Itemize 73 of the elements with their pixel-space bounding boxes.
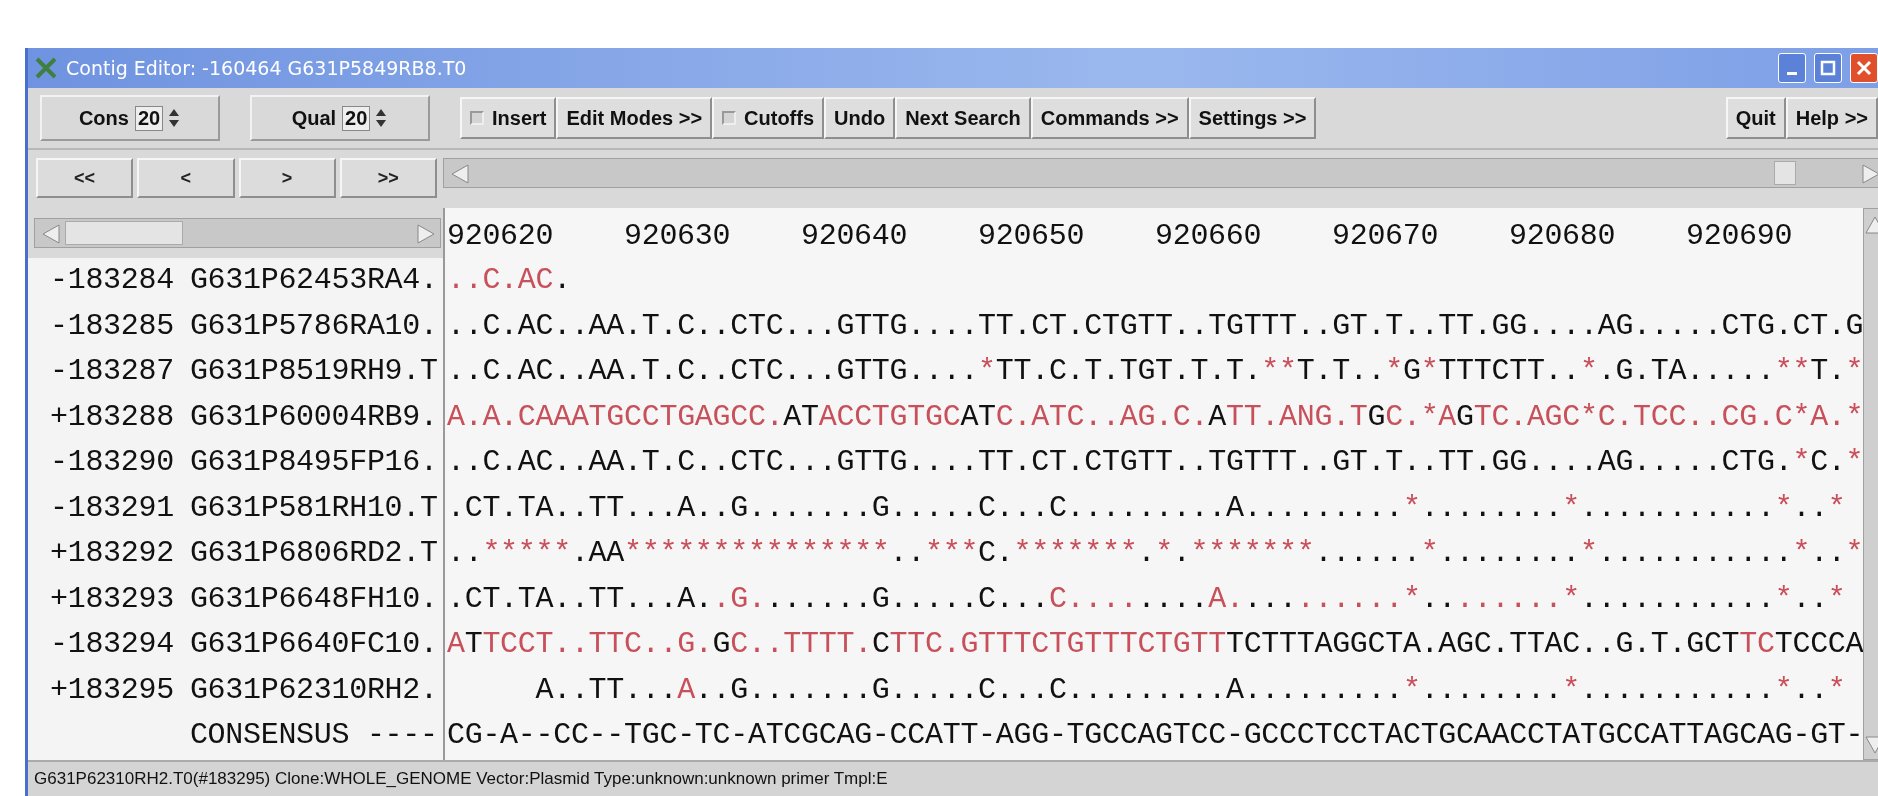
toolbar-button[interactable]: Next Search — [895, 97, 1031, 139]
close-button[interactable] — [1850, 53, 1878, 83]
scrollbar-thumb[interactable] — [1774, 161, 1796, 185]
spinner-field[interactable]: 20 — [134, 105, 164, 131]
reading-name[interactable]: G631P6640FC10. — [189, 622, 438, 668]
sequence-text: ..C.AC..AA.T.C..CTC...GTTG....*TT.C.T.TGT.T.T.**T.T..*G*TTTCTT..*.G.TA.....**T.* — [447, 353, 1863, 390]
reading-number: -183285 — [50, 307, 175, 345]
toolbar-button[interactable]: Help >> — [1785, 97, 1878, 139]
ruler-label: 920620 — [447, 218, 555, 255]
down-arrow-icon[interactable] — [1864, 733, 1878, 755]
sequence-text: .CT.TA..TT...A..G.......G.....C...C........A..........*........*...........*..* — [447, 580, 1847, 618]
status-text: G631P62310RH2.T0(#183295) Clone:WHOLE_GENOME Vector:Plasmid Type:unknown:unknown primer Tmpl:E — [34, 769, 888, 789]
toolbar-button[interactable]: Undo — [824, 97, 896, 139]
consensus-label: CONSENSUS ---- — [189, 717, 438, 755]
spinner-field[interactable]: 20 — [342, 105, 371, 131]
sequence-text: ..C.AC. — [447, 262, 572, 299]
ruler-label: 920660 — [1155, 218, 1263, 255]
sequence-text: ..C.AC..AA.T.C..CTC...GTTG....TT.CT.CTGTT..TGTTT..GT.T..TT.GG....AG.....CTG.*C.* — [447, 444, 1863, 481]
ruler-label: 920670 — [1332, 218, 1440, 255]
scroll-button[interactable]: >> — [339, 158, 437, 198]
ruler-label: 920680 — [1509, 218, 1617, 255]
toolbar-button[interactable]: Quit — [1725, 97, 1786, 139]
reading-name[interactable]: G631P8495FP16. — [189, 440, 438, 486]
consensus-sequence: CG-A--CC--TGC-TC-ATCGCAG-CCATT-AGG-TGCCAGTCC-GCCCTCCTACTGCAACCTATGCCATTAGCAG-GT- — [447, 717, 1863, 754]
spinner-label: Qual — [291, 106, 337, 130]
name-scrollbar[interactable] — [34, 218, 441, 248]
reading-name[interactable]: G631P6648FH10. — [189, 576, 438, 622]
ruler-label: 920640 — [801, 218, 909, 255]
app-icon — [34, 56, 58, 80]
reading-name[interactable]: G631P62453RA4. — [189, 258, 438, 304]
reading-number: -183294 — [50, 626, 175, 664]
scrollbar-thumb[interactable] — [65, 221, 183, 245]
reading-number: +183288 — [50, 398, 175, 436]
reading-name[interactable]: G631P62310RH2. — [189, 667, 438, 713]
horizontal-scrollbar[interactable] — [443, 158, 1878, 188]
reading-name[interactable]: G631P60004RB9. — [189, 394, 438, 440]
reading-number: +183293 — [50, 580, 175, 618]
reading-number: -183284 — [50, 262, 175, 300]
reading-number: -183287 — [50, 353, 175, 391]
reading-name[interactable]: G631P581RH10.T — [189, 485, 438, 531]
sequence-text: .CT.TA..TT...A..G.......G.....C...C.........A.........*........*...........*..* — [447, 489, 1847, 527]
sequence-text: A..TT...A..G.......G.....C...C.........A.........*........*...........*..* — [534, 671, 1847, 709]
spinner-label: Cons — [78, 106, 129, 130]
ruler-label: 920690 — [1686, 218, 1794, 255]
sequence-text: ..C.AC..AA.T.C..CTC...GTTG....TT.CT.CTGTT..TGTTT..GT.T..TT.GG....AG.....CTG.CT.G — [447, 307, 1863, 345]
right-arrow-icon[interactable] — [414, 223, 436, 245]
reading-name[interactable]: G631P5786RA10. — [189, 303, 438, 349]
scroll-button[interactable]: > — [238, 158, 336, 198]
window-title: Contig Editor: -160464 G631P5849RB8.T0 — [66, 57, 468, 79]
toggle-button[interactable]: Cutoffs — [712, 97, 825, 139]
reading-number: +183295 — [50, 671, 175, 709]
close-icon — [1856, 60, 1872, 76]
sequence-text: ATTCCT..TTC..G.GC..TTTT.CTTC.GTTTCTGTTTCTGTTTCTTTAGGCTA.AGC.TTAC..G.T.GCTTCTCCCA — [447, 626, 1863, 663]
sequence-text: ..*****.AA***************..***C.*******.*.*******......*........*...........*..* — [447, 535, 1863, 572]
reading-name[interactable]: G631P6806RD2.T — [189, 531, 438, 577]
toolbar-button[interactable]: Settings >> — [1188, 97, 1317, 139]
scroll-button[interactable]: << — [36, 158, 134, 198]
toolbar-button[interactable]: Commands >> — [1030, 97, 1189, 139]
right-arrow-icon[interactable] — [1859, 163, 1878, 185]
toggle-button[interactable]: Insert — [460, 97, 557, 139]
scroll-button[interactable]: < — [137, 158, 235, 198]
minimize-button[interactable] — [1778, 53, 1806, 83]
sequence-text: A.A.CAAATGCCTGAGCC.ATACCTGTGCATC.ATC..AG.C.ATT.ANG.TGC.*AGTC.AGC*C.TCC..CG.C*A.* — [447, 398, 1863, 436]
ruler-label: 920650 — [978, 218, 1086, 255]
reading-number: +183292 — [50, 535, 175, 573]
maximize-button[interactable] — [1814, 53, 1842, 83]
minimize-icon — [1787, 71, 1797, 75]
ruler-label: 920630 — [624, 218, 732, 255]
reading-name[interactable]: G631P8519RH9.T — [189, 349, 438, 395]
reading-number: -183290 — [50, 444, 175, 482]
toolbar-button[interactable]: Edit Modes >> — [556, 97, 713, 139]
reading-number: -183291 — [50, 489, 175, 527]
maximize-icon — [1820, 60, 1836, 76]
